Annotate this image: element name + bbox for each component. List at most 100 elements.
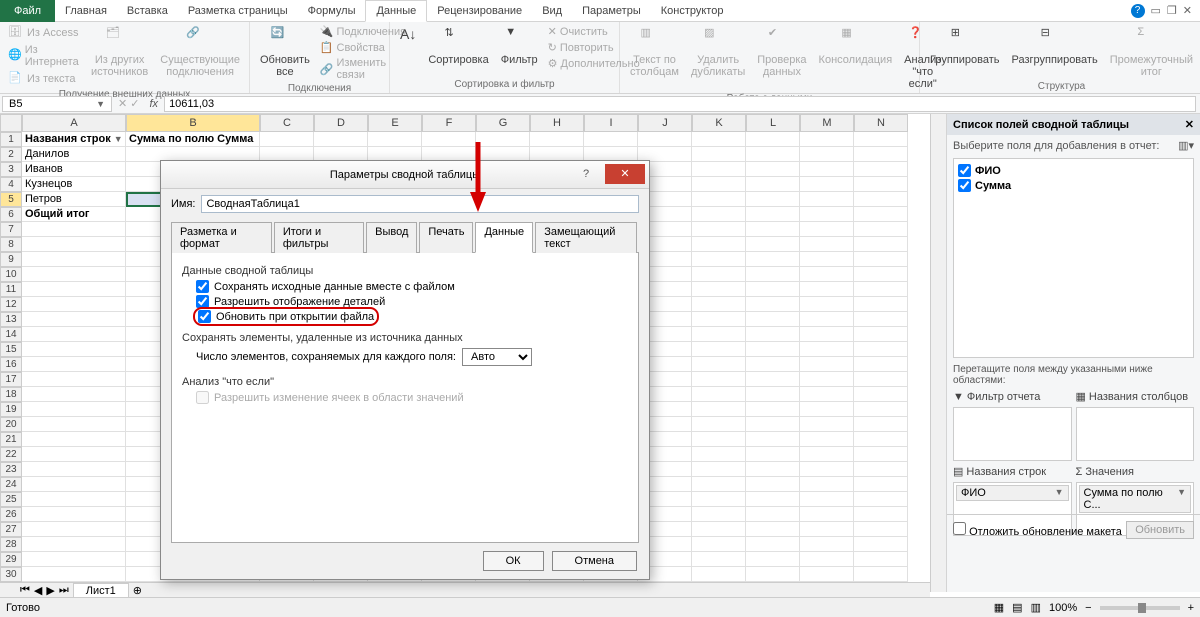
tab-review[interactable]: Рецензирование <box>427 0 532 22</box>
col-header[interactable]: H <box>530 114 584 132</box>
select-all-corner[interactable] <box>0 114 22 132</box>
row-header[interactable]: 2 <box>0 147 22 162</box>
col-header[interactable]: L <box>746 114 800 132</box>
show-detail-checkbox[interactable]: Разрешить отображение деталей <box>182 294 628 309</box>
field-item-fio[interactable]: ФИО <box>958 163 1189 178</box>
dlg-tab-layout[interactable]: Разметка и формат <box>171 222 272 253</box>
row-header[interactable]: 29 <box>0 552 22 567</box>
row-header[interactable]: 28 <box>0 537 22 552</box>
row-header[interactable]: 3 <box>0 162 22 177</box>
tab-home[interactable]: Главная <box>55 0 117 22</box>
row-header[interactable]: 20 <box>0 417 22 432</box>
zoom-slider[interactable] <box>1100 606 1180 610</box>
zoom-out-icon[interactable]: − <box>1085 602 1091 614</box>
zoom-in-icon[interactable]: + <box>1188 602 1194 614</box>
cell[interactable]: Названия строк ▼ <box>22 132 126 147</box>
close-window-icon[interactable]: ✕ <box>1183 4 1192 18</box>
dlg-tab-alt[interactable]: Замещающий текст <box>535 222 637 253</box>
row-header[interactable]: 12 <box>0 297 22 312</box>
vertical-scrollbar[interactable] <box>930 114 946 592</box>
group-button[interactable]: ⊞Группировать <box>926 24 1004 68</box>
from-access-button[interactable]: 🗄Из Access <box>6 24 83 42</box>
sheet-nav-last-icon[interactable]: ⏭ <box>59 584 69 597</box>
ok-button[interactable]: ОК <box>483 551 544 571</box>
col-header[interactable]: E <box>368 114 422 132</box>
tab-options[interactable]: Параметры <box>572 0 651 22</box>
cell[interactable]: Сумма по полю Сумма <box>126 132 260 147</box>
col-header[interactable]: J <box>638 114 692 132</box>
zoom-level[interactable]: 100% <box>1049 602 1077 614</box>
update-button[interactable]: Обновить <box>1126 521 1194 539</box>
tab-view[interactable]: Вид <box>532 0 572 22</box>
dlg-tab-data[interactable]: Данные <box>475 222 533 253</box>
from-web-button[interactable]: 🌐Из Интернета <box>6 43 83 69</box>
col-header[interactable]: K <box>692 114 746 132</box>
field-item-summa[interactable]: Сумма <box>958 178 1189 193</box>
row-header[interactable]: 9 <box>0 252 22 267</box>
row-header[interactable]: 10 <box>0 267 22 282</box>
name-box[interactable]: B5▼ <box>2 96 112 112</box>
sort-az-button[interactable]: A↓ <box>396 24 420 44</box>
tab-file[interactable]: Файл <box>0 0 55 22</box>
subtotal-button[interactable]: ΣПромежуточный итог <box>1106 24 1197 80</box>
namebox-dropdown-icon[interactable]: ▼ <box>96 99 105 109</box>
col-header[interactable]: C <box>260 114 314 132</box>
row-header[interactable]: 13 <box>0 312 22 327</box>
formula-bar[interactable]: 10611,03 <box>164 96 1196 112</box>
view-normal-icon[interactable]: ▦ <box>994 601 1004 614</box>
filter-dropdown-icon[interactable]: ▼ <box>114 134 123 144</box>
cell[interactable]: Общий итог <box>22 207 126 222</box>
row-header[interactable]: 5 <box>0 192 22 207</box>
text-to-cols-button[interactable]: ▥Текст по столбцам <box>626 24 683 80</box>
dlg-tab-totals[interactable]: Итоги и фильтры <box>274 222 364 253</box>
row-header[interactable]: 23 <box>0 462 22 477</box>
columns-zone[interactable] <box>1076 407 1195 461</box>
ungroup-button[interactable]: ⊟Разгруппировать <box>1008 24 1102 68</box>
col-header[interactable]: N <box>854 114 908 132</box>
col-header[interactable]: I <box>584 114 638 132</box>
fx-icon[interactable]: fx <box>144 98 165 110</box>
row-header[interactable]: 25 <box>0 492 22 507</box>
row-header[interactable]: 11 <box>0 282 22 297</box>
minimize-ribbon-icon[interactable]: ▭ <box>1151 4 1161 18</box>
help-icon[interactable]: ? <box>1131 4 1145 18</box>
validation-button[interactable]: ✔Проверка данных <box>753 24 810 80</box>
dialog-close-icon[interactable]: ✕ <box>605 164 645 184</box>
tab-pagelayout[interactable]: Разметка страницы <box>178 0 298 22</box>
zone-item-sum[interactable]: Сумма по полю С...▼ <box>1079 485 1192 513</box>
row-header[interactable]: 30 <box>0 567 22 582</box>
zoom-thumb[interactable] <box>1138 603 1146 613</box>
tab-formulas[interactable]: Формулы <box>298 0 366 22</box>
row-header[interactable]: 19 <box>0 402 22 417</box>
pane-layout-icon[interactable]: ▥▾ <box>1178 139 1194 152</box>
save-source-checkbox[interactable]: Сохранять исходные данные вместе с файло… <box>182 279 628 294</box>
refresh-on-open-checkbox[interactable]: Обновить при открытии файла <box>182 309 628 324</box>
sheet-nav-first-icon[interactable]: ⏮ <box>20 584 30 597</box>
col-header[interactable]: M <box>800 114 854 132</box>
row-header[interactable]: 22 <box>0 447 22 462</box>
pivot-name-input[interactable] <box>201 195 639 213</box>
dialog-help-icon[interactable]: ? <box>571 164 601 184</box>
sort-button[interactable]: ⇅Сортировка <box>424 24 492 68</box>
row-header[interactable]: 6 <box>0 207 22 222</box>
col-header[interactable]: B <box>126 114 260 132</box>
cell[interactable]: Кузнецов <box>22 177 126 192</box>
cell[interactable]: Иванов <box>22 162 126 177</box>
row-header[interactable]: 16 <box>0 357 22 372</box>
row-header[interactable]: 8 <box>0 237 22 252</box>
new-sheet-icon[interactable]: ⊕ <box>133 584 142 597</box>
col-header[interactable]: D <box>314 114 368 132</box>
filter-button[interactable]: ▼Фильтр <box>497 24 542 68</box>
row-header[interactable]: 17 <box>0 372 22 387</box>
dlg-tab-display[interactable]: Вывод <box>366 222 417 253</box>
from-text-button[interactable]: 📄Из текста <box>6 70 83 88</box>
row-header[interactable]: 24 <box>0 477 22 492</box>
field-checkbox[interactable] <box>958 164 971 177</box>
retain-select[interactable]: Авто <box>462 348 532 366</box>
tab-design[interactable]: Конструктор <box>651 0 734 22</box>
tab-data[interactable]: Данные <box>365 0 427 22</box>
dlg-tab-print[interactable]: Печать <box>419 222 473 253</box>
row-header[interactable]: 26 <box>0 507 22 522</box>
row-header[interactable]: 7 <box>0 222 22 237</box>
sheet-tab[interactable]: Лист1 <box>73 583 129 598</box>
